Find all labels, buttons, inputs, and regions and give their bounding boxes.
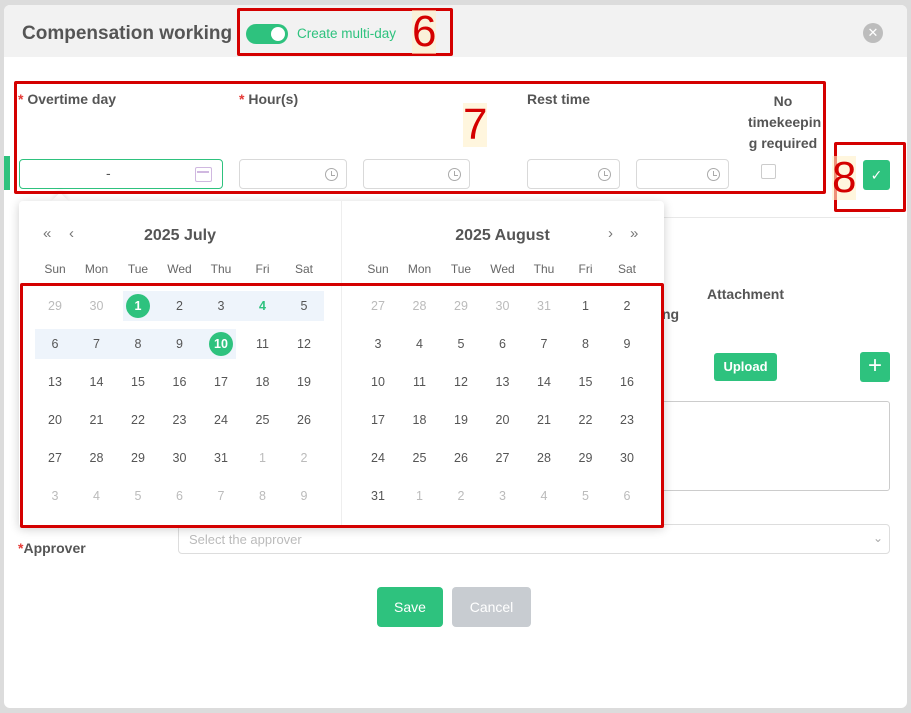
weekday-label: Thu: [210, 262, 232, 276]
calendar-title-left: 2025 July: [143, 227, 217, 244]
add-icon[interactable]: +: [860, 352, 890, 382]
close-icon[interactable]: ✕: [863, 23, 883, 43]
divider: [664, 217, 890, 218]
upload-button[interactable]: Upload: [714, 353, 777, 381]
compensation-modal: Compensation working Create multi-day ✕ …: [4, 5, 907, 708]
weekday-label: Sat: [294, 262, 313, 276]
modal-title: Compensation working: [22, 23, 233, 44]
side-accent-strip: [4, 156, 10, 190]
approver-placeholder: Select the approver: [189, 532, 302, 547]
weekday-label: Wed: [167, 262, 192, 276]
chevron-down-icon: ⌄: [872, 531, 883, 545]
modal-header: Compensation working Create multi-day ✕: [4, 5, 907, 57]
cancel-button[interactable]: Cancel: [452, 587, 531, 627]
weekday-label: Tue: [450, 262, 472, 276]
annotation-number-6: 6: [412, 7, 437, 56]
calendar-title-right: 2025 August: [455, 227, 550, 244]
weekday-label: Mon: [84, 262, 109, 276]
weekday-header-left: Sun Mon Tue Wed Thu Fri Sat: [19, 262, 341, 282]
annotation-box-7: [14, 81, 826, 194]
weekday-label: Wed: [490, 262, 515, 276]
weekday-label: Thu: [533, 262, 555, 276]
annotation-box-days: [20, 283, 664, 528]
approver-label: *Approver: [18, 540, 86, 556]
note-textarea[interactable]: [644, 401, 890, 491]
weekday-label: Sun: [367, 262, 389, 276]
weekday-label: Sat: [617, 262, 636, 276]
attachment-label: Attachment: [707, 286, 785, 302]
annotation-number-8: 8: [832, 153, 857, 202]
approver-select[interactable]: Select the approver ⌄: [178, 524, 890, 554]
weekday-label: Fri: [255, 262, 270, 276]
weekday-label: Sun: [44, 262, 66, 276]
annotation-number-7: 7: [463, 100, 488, 149]
weekday-header-right: Sun Mon Tue Wed Thu Fri Sat: [342, 262, 663, 282]
weekday-label: Mon: [407, 262, 432, 276]
weekday-label: Tue: [127, 262, 149, 276]
save-button[interactable]: Save: [377, 587, 443, 627]
weekday-label: Fri: [578, 262, 593, 276]
hidden-label-fragment: ng: [662, 306, 680, 322]
